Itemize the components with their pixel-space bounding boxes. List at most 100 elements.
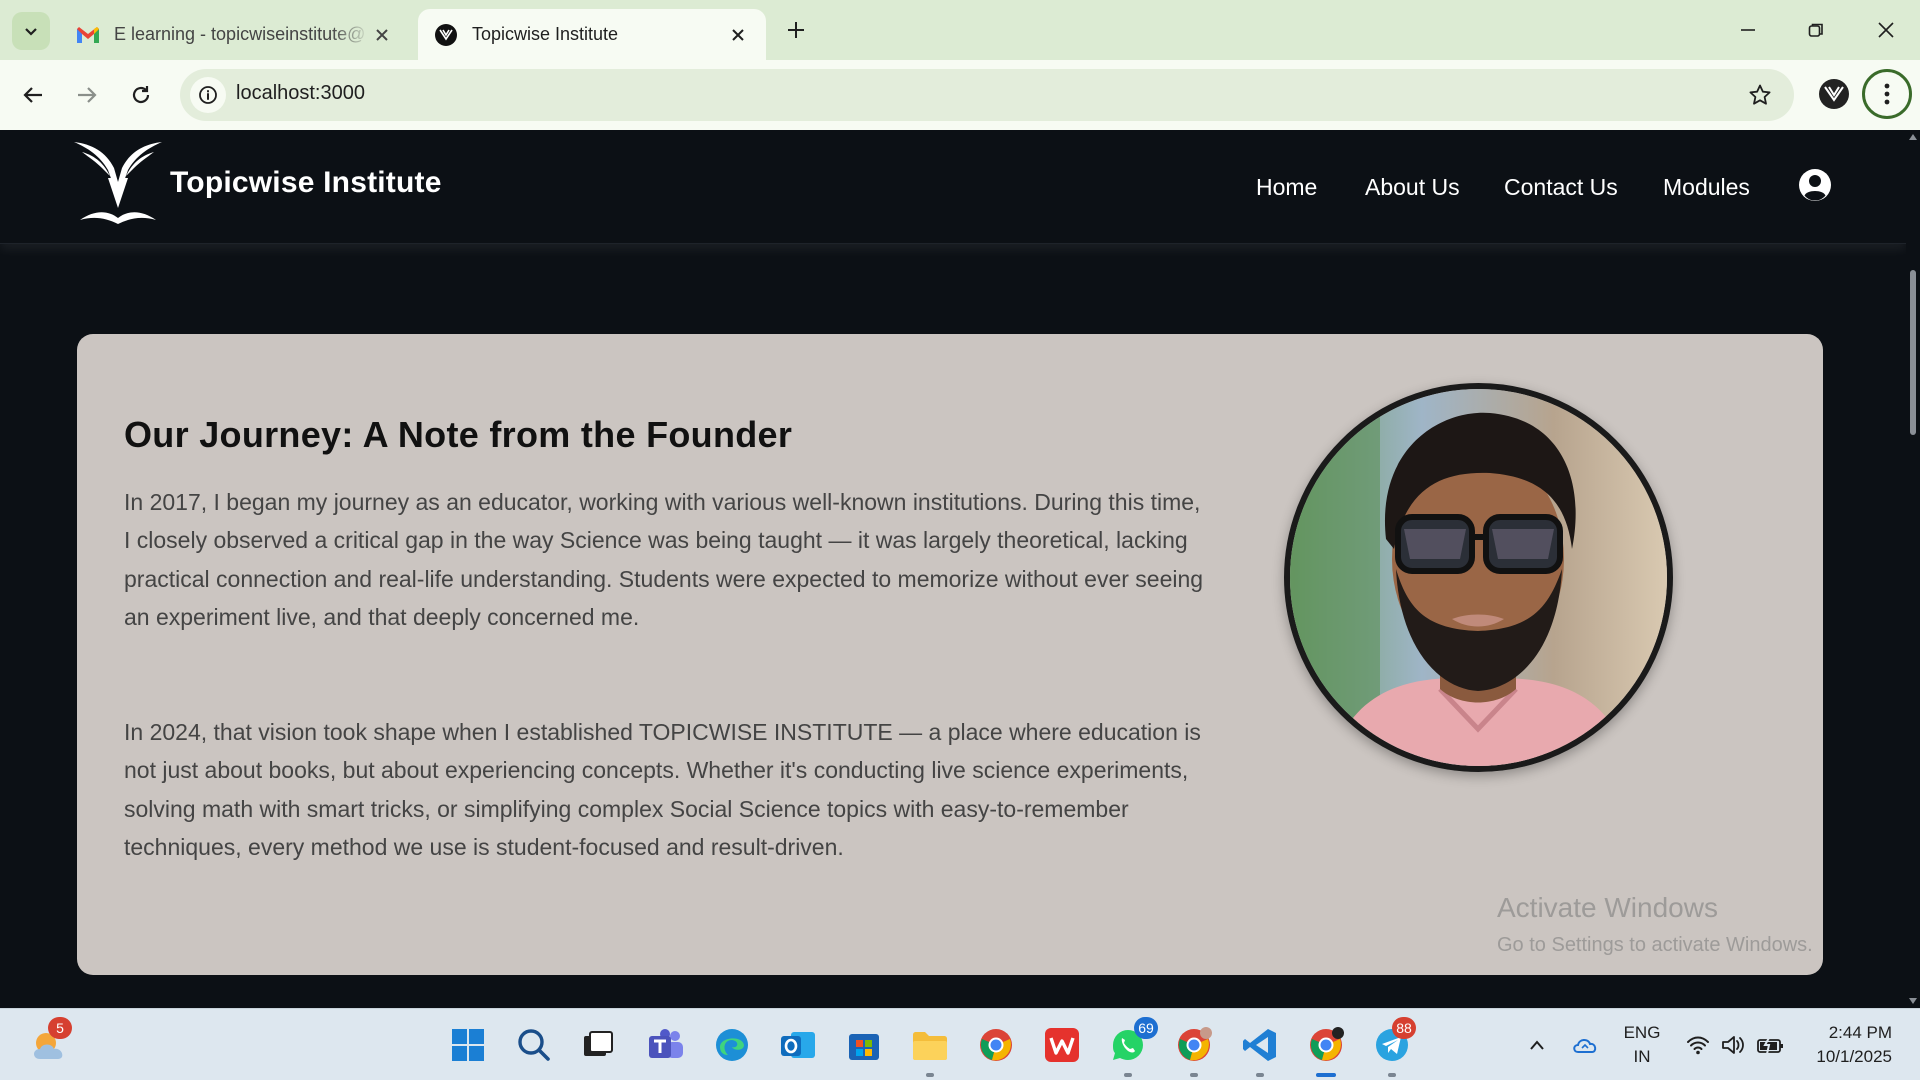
minimize-button[interactable]	[1718, 10, 1778, 50]
weather-badge: 5	[48, 1017, 72, 1039]
page-scrollbar[interactable]	[1906, 130, 1920, 1008]
onedrive-status[interactable]	[1566, 1009, 1604, 1080]
chrome-app[interactable]	[974, 1023, 1018, 1067]
telegram-app[interactable]: 88	[1370, 1017, 1416, 1077]
activate-windows-watermark: Activate Windows Go to Settings to activ…	[1497, 892, 1813, 957]
chrome-icon	[1310, 1027, 1344, 1061]
store-icon	[849, 1034, 879, 1060]
wps-app[interactable]	[1040, 1023, 1084, 1067]
more-vertical-icon	[1884, 83, 1890, 105]
chevron-down-icon	[25, 28, 37, 36]
browser-toolbar: localhost:3000	[0, 60, 1920, 130]
start-button[interactable]	[446, 1023, 490, 1067]
arrow-right-icon	[78, 87, 97, 103]
task-view-icon	[584, 1031, 613, 1056]
chevron-up-icon	[1530, 1040, 1544, 1050]
outlook-icon	[781, 1032, 815, 1058]
vscode-app[interactable]	[1238, 1023, 1282, 1077]
plus-icon	[788, 22, 804, 38]
show-hidden-icons[interactable]	[1520, 1009, 1554, 1080]
arrow-left-icon	[23, 87, 42, 103]
telegram-badge: 88	[1392, 1017, 1416, 1039]
network-status[interactable]	[1682, 1009, 1714, 1080]
language-indicator[interactable]: ENG IN	[1620, 1021, 1664, 1069]
volume-control[interactable]	[1718, 1009, 1750, 1080]
page-viewport: Topicwise Institute Home About Us Contac…	[0, 130, 1920, 1008]
file-explorer-app[interactable]	[908, 1023, 952, 1077]
scroll-up-icon[interactable]	[1908, 132, 1918, 142]
founder-photo	[1284, 383, 1673, 772]
tab-title: E learning - topicwiseinstitute@	[114, 24, 366, 44]
tab-gmail[interactable]: E learning - topicwiseinstitute@	[60, 9, 410, 60]
nav-modules[interactable]: Modules	[1663, 174, 1750, 201]
battery-status[interactable]	[1754, 1009, 1788, 1080]
running-indicator	[926, 1073, 934, 1077]
weather-widget[interactable]: 5	[28, 1017, 72, 1067]
address-bar[interactable]: localhost:3000	[180, 69, 1794, 121]
restore-button[interactable]	[1786, 10, 1846, 50]
profile-avatar[interactable]	[1814, 74, 1854, 114]
running-indicator	[1256, 1073, 1264, 1077]
edge-app[interactable]	[710, 1023, 754, 1067]
running-indicator	[1388, 1073, 1396, 1077]
back-button[interactable]	[12, 74, 54, 116]
chrome-icon	[1178, 1027, 1212, 1061]
gmail-icon	[76, 23, 100, 47]
taskbar-search[interactable]	[512, 1023, 556, 1067]
nav-home[interactable]: Home	[1256, 174, 1317, 201]
tab-title: Topicwise Institute	[472, 24, 619, 44]
url-text: localhost:3000	[236, 82, 365, 104]
windows-start-icon	[452, 1029, 484, 1061]
tab-search-button[interactable]	[12, 12, 50, 50]
vscode-icon	[1243, 1029, 1276, 1061]
chrome-active-app[interactable]	[1304, 1023, 1348, 1077]
topicwise-logo-icon	[74, 142, 162, 224]
tab-topicwise[interactable]: Topicwise Institute	[418, 9, 766, 60]
brand[interactable]: Topicwise Institute	[72, 138, 442, 228]
founder-heading: Our Journey: A Note from the Founder	[124, 414, 793, 455]
bookmark-button[interactable]	[1746, 81, 1774, 109]
close-icon[interactable]	[370, 23, 394, 47]
star-icon	[1749, 84, 1771, 105]
store-app[interactable]	[842, 1023, 886, 1067]
speaker-icon	[1722, 1036, 1744, 1054]
region-code: IN	[1633, 1047, 1651, 1066]
close-icon	[1878, 22, 1894, 38]
scroll-thumb[interactable]	[1910, 270, 1916, 435]
active-indicator	[1316, 1073, 1336, 1077]
info-icon	[199, 86, 217, 104]
task-view-button[interactable]	[576, 1023, 620, 1067]
chrome-profile-app[interactable]	[1172, 1023, 1216, 1077]
minimize-icon	[1741, 29, 1755, 31]
watermark-title: Activate Windows	[1497, 892, 1718, 923]
battery-charging-icon	[1757, 1036, 1783, 1054]
running-indicator	[1190, 1073, 1198, 1077]
reload-icon	[132, 86, 150, 104]
site-info-button[interactable]	[190, 77, 226, 113]
topicwise-logo-icon	[434, 23, 458, 47]
nav-about-us[interactable]: About Us	[1365, 174, 1460, 201]
user-account-icon[interactable]	[1798, 168, 1832, 202]
teams-app[interactable]	[644, 1023, 688, 1067]
forward-button[interactable]	[66, 74, 108, 116]
close-icon[interactable]	[726, 23, 750, 47]
new-tab-button[interactable]	[780, 14, 812, 46]
watermark-subtitle: Go to Settings to activate Windows.	[1497, 934, 1813, 956]
clock-time: 2:44 PM	[1828, 1023, 1892, 1042]
system-clock[interactable]: 2:44 PM 10/1/2025	[1800, 1021, 1892, 1069]
founder-card: Our Journey: A Note from the Founder In …	[77, 334, 1823, 975]
scroll-down-icon[interactable]	[1908, 996, 1918, 1006]
whatsapp-badge: 69	[1134, 1017, 1158, 1039]
whatsapp-app[interactable]: 69	[1106, 1017, 1158, 1077]
windows-taskbar: 5 69 88 ENG IN 2:44 PM 10/1/2025	[0, 1008, 1920, 1080]
outlook-app[interactable]	[776, 1023, 820, 1067]
browser-menu-button[interactable]	[1862, 69, 1912, 119]
topicwise-logo-icon	[1819, 79, 1849, 109]
nav-contact-us[interactable]: Contact Us	[1504, 174, 1618, 201]
close-window-button[interactable]	[1856, 10, 1916, 50]
founder-paragraph-1: In 2017, I began my journey as an educat…	[124, 489, 1204, 630]
reload-button[interactable]	[120, 74, 162, 116]
search-icon	[518, 1029, 550, 1061]
running-indicator	[1124, 1073, 1132, 1077]
teams-icon	[649, 1029, 683, 1058]
